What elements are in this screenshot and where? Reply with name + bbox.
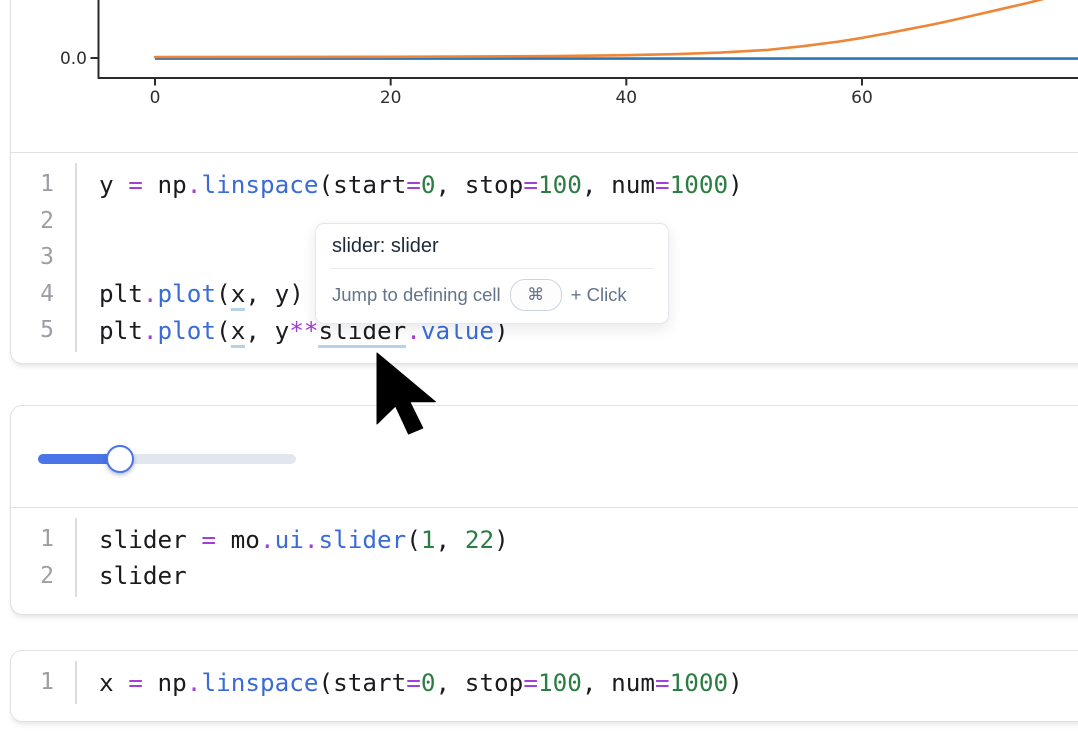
line-number: 1 [11,526,54,552]
code-token: stop [465,170,524,199]
code-token: linspace [201,170,318,199]
code-token: 0 [421,668,436,697]
line-number: 5 [11,317,54,343]
code-token: 100 [538,668,582,697]
code-editor-slider[interactable]: 1slider = mo.ui.slider(1, 22)2slider [11,508,1078,607]
cell-slider: 1slider = mo.ui.slider(1, 22)2slider [10,405,1078,615]
code-token: = [655,170,670,199]
line-number: 4 [11,281,54,307]
code-token: = [655,668,670,697]
code-token: 100 [538,170,582,199]
code-text: slider [54,561,187,590]
code-token: = [406,668,421,697]
gutter-divider [75,518,77,597]
code-line[interactable]: 1y = np.linspace(start=0, stop=100, num=… [11,166,1078,203]
code-token: ) [728,170,743,199]
code-token: , [436,170,465,199]
code-token: start [333,668,406,697]
code-token: . [260,525,275,554]
code-token: 22 [465,525,494,554]
code-token: , [582,668,611,697]
code-token: stop [465,668,524,697]
gutter-divider [75,163,77,352]
code-token: ui [275,525,304,554]
code-token: = [523,668,538,697]
code-token: x [99,668,128,697]
code-token: = [523,170,538,199]
code-token: np [143,170,187,199]
tooltip-action-label[interactable]: Jump to defining cell [332,284,501,306]
line-number: 2 [11,208,54,234]
code-token: plt [99,316,143,345]
code-token: ( [318,668,333,697]
tooltip-click-hint: + Click [571,284,627,306]
code-token: . [143,316,158,345]
code-token: = [201,525,216,554]
code-token: slider [99,525,201,554]
code-token: . [187,170,202,199]
code-token: = [406,170,421,199]
code-line[interactable]: 1x = np.linspace(start=0, stop=100, num=… [11,664,1078,701]
code-text: plt.plot(x, y) [54,279,304,308]
code-token: , [436,668,465,697]
command-key-icon: ⌘ [510,279,562,311]
code-token: num [611,668,655,697]
line-number: 1 [11,171,54,197]
slider-track[interactable] [38,454,296,464]
tooltip-title: slider: slider [316,224,668,268]
code-token: slider [99,561,187,590]
code-token: linspace [201,668,318,697]
marimo-notebook: 1y = np.linspace(start=0, stop=100, num=… [0,0,1078,746]
code-token: 1 [421,525,436,554]
code-token: plt [99,279,143,308]
plot-output [11,0,1078,153]
line-number: 3 [11,244,54,270]
code-token: mo [216,525,260,554]
code-editor-x[interactable]: 1x = np.linspace(start=0, stop=100, num=… [11,651,1078,714]
code-token: ( [216,279,231,308]
code-line[interactable]: 2 slider [11,558,1078,595]
code-token: plot [158,316,217,345]
code-token: . [187,668,202,697]
code-token: ) [494,525,509,554]
code-text: slider = mo.ui.slider(1, 22) [54,525,509,554]
cross-cell-variable[interactable]: x [231,316,246,348]
cell-x: 1x = np.linspace(start=0, stop=100, num=… [10,650,1078,722]
code-token: ( [318,170,333,199]
code-token: . [143,279,158,308]
slider-output [11,406,1078,508]
code-token: 1000 [670,668,729,697]
line-number: 1 [11,669,54,695]
code-text: y = np.linspace(start=0, stop=100, num=1… [54,170,743,199]
code-token: = [128,170,143,199]
code-token: start [333,170,406,199]
gutter-divider [75,661,77,704]
code-line[interactable]: 1slider = mo.ui.slider(1, 22) [11,521,1078,558]
code-token: y [99,170,128,199]
code-token: slider [318,525,406,554]
variable-tooltip: slider: slider Jump to defining cell ⌘ +… [315,223,669,324]
code-token: , [582,170,611,199]
code-token: , y) [245,279,304,308]
slider-thumb[interactable] [106,445,134,473]
code-token: np [143,668,187,697]
code-text: x = np.linspace(start=0, stop=100, num=1… [54,668,743,697]
code-token: 1000 [670,170,729,199]
code-token: , [436,525,465,554]
code-token: plot [158,279,217,308]
code-token: , y [245,316,289,345]
code-token: ** [289,316,318,345]
code-token: ) [728,668,743,697]
line-number: 2 [11,563,54,589]
code-token: ( [216,316,231,345]
code-token: 0 [421,170,436,199]
code-token: . [304,525,319,554]
code-token: ( [406,525,421,554]
cross-cell-variable[interactable]: x [231,279,246,311]
code-token: = [128,668,143,697]
code-token: num [611,170,655,199]
